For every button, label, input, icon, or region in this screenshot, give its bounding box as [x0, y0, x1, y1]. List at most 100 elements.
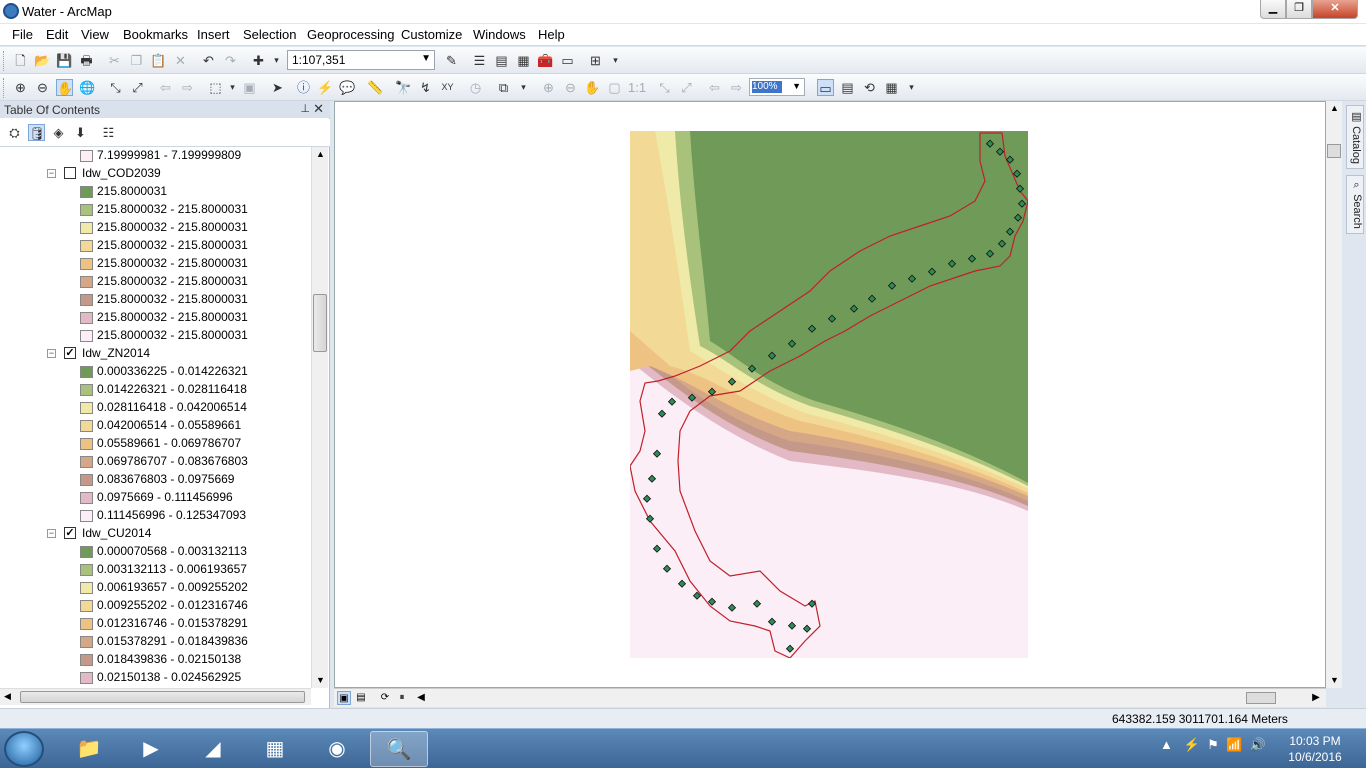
editor-toolbar-icon[interactable]: ✎: [443, 52, 460, 69]
layout-zoom-in-icon[interactable]: ⊕: [540, 79, 557, 96]
map-display[interactable]: [334, 101, 1326, 688]
menu-windows[interactable]: Windows: [473, 27, 526, 42]
find-binoculars-icon[interactable]: 🔭: [395, 79, 412, 96]
chrome-icon[interactable]: ◉: [308, 731, 366, 767]
map-scale-combobox[interactable]: 1:107,351 ▼: [287, 50, 435, 70]
data-driven-pages-icon[interactable]: ▦: [883, 79, 900, 96]
menu-geoprocessing[interactable]: Geoprocessing: [307, 27, 394, 42]
toolbar-options-icon[interactable]: ▾: [515, 79, 532, 96]
go-forward-layout-icon[interactable]: ⇨: [728, 79, 745, 96]
start-button[interactable]: [4, 731, 44, 767]
menu-view[interactable]: View: [81, 27, 109, 42]
media-player-icon[interactable]: ▶: [122, 731, 180, 767]
scroll-thumb[interactable]: [1327, 144, 1341, 158]
legend-class-row[interactable]: 0.05589661 - 0.069786707: [0, 435, 311, 453]
legend-class-row[interactable]: 0.0975669 - 0.111456996: [0, 489, 311, 507]
layer-row-idw-zn2014[interactable]: − ✓ Idw_ZN2014: [0, 345, 311, 363]
scroll-thumb[interactable]: [313, 294, 327, 352]
print-icon[interactable]: 🖶: [78, 52, 95, 69]
redo-icon[interactable]: ↷: [222, 52, 239, 69]
taskbar-clock[interactable]: 10:03 PM 10/6/2016: [1270, 733, 1360, 765]
legend-class-row[interactable]: 0.069786707 - 0.083676803: [0, 453, 311, 471]
layer-visibility-checkbox[interactable]: ✓: [64, 527, 76, 539]
layer-row-idw-cod2039[interactable]: − Idw_COD2039: [0, 165, 311, 183]
layer-row-idw-cu2014[interactable]: − ✓ Idw_CU2014: [0, 525, 311, 543]
menu-selection[interactable]: Selection: [243, 27, 296, 42]
fixed-zoom-in-layout-icon[interactable]: ⤡: [656, 79, 673, 96]
zoom-100-percent-icon[interactable]: 1:1: [628, 79, 646, 96]
identify-icon[interactable]: ⓘ: [295, 79, 312, 96]
legend-class-row[interactable]: 0.009255202 - 0.012316746: [0, 597, 311, 615]
select-features-icon[interactable]: ⬚: [207, 79, 224, 96]
toolbar-grip[interactable]: [3, 78, 7, 98]
fixed-zoom-out-layout-icon[interactable]: ⤢: [678, 79, 695, 96]
table-of-contents-icon[interactable]: ☰: [471, 52, 488, 69]
add-data-icon[interactable]: ✚: [250, 52, 267, 69]
search-window-icon[interactable]: ▦: [515, 52, 532, 69]
go-back-layout-icon[interactable]: ⇦: [706, 79, 723, 96]
layout-zoom-out-icon[interactable]: ⊖: [562, 79, 579, 96]
add-data-dropdown-icon[interactable]: ▾: [268, 52, 285, 69]
legend-class-row[interactable]: 215.8000032 - 215.8000031: [0, 309, 311, 327]
menu-help[interactable]: Help: [538, 27, 565, 42]
python-window-icon[interactable]: ▭: [559, 52, 576, 69]
arctoolbox-icon[interactable]: 🧰: [537, 52, 554, 69]
scroll-up-icon[interactable]: ▲: [316, 149, 325, 159]
open-folder-icon[interactable]: 📂: [34, 52, 51, 69]
flag-icon[interactable]: ⚑: [1207, 737, 1219, 752]
save-icon[interactable]: 💾: [56, 52, 73, 69]
close-button[interactable]: ✕: [1312, 0, 1358, 19]
catalog-window-icon[interactable]: ▤: [493, 52, 510, 69]
pin-icon[interactable]: ⊥: [300, 102, 310, 115]
zoom-out-icon[interactable]: ⊖: [34, 79, 51, 96]
list-by-source-icon[interactable]: 🛢: [28, 124, 46, 141]
maximize-button[interactable]: ❐: [1286, 0, 1312, 19]
toc-options-icon[interactable]: ☷: [100, 124, 117, 141]
collapse-icon[interactable]: −: [47, 349, 56, 358]
legend-class-row[interactable]: 215.8000032 - 215.8000031: [0, 327, 311, 345]
scroll-left-icon[interactable]: ◀: [414, 691, 428, 705]
legend-class-row[interactable]: 215.8000032 - 215.8000031: [0, 219, 311, 237]
arcgis-app-icon[interactable]: ◢: [184, 731, 242, 767]
legend-class-row[interactable]: 0.014226321 - 0.028116418: [0, 381, 311, 399]
catalog-tab[interactable]: ▤ Catalog: [1346, 105, 1364, 169]
close-icon[interactable]: ✕: [313, 101, 324, 117]
cut-icon[interactable]: ✂: [106, 52, 123, 69]
legend-class-row[interactable]: 0.111456996 - 0.125347093: [0, 507, 311, 525]
chevron-down-icon[interactable]: ▼: [421, 53, 431, 64]
scroll-thumb[interactable]: [20, 691, 305, 703]
layout-pan-icon[interactable]: ✋: [584, 79, 601, 96]
legend-class-row[interactable]: 0.003132113 - 0.006193657: [0, 561, 311, 579]
paste-icon[interactable]: 📋: [150, 52, 167, 69]
network-icon[interactable]: 📶: [1226, 737, 1242, 752]
select-dropdown-icon[interactable]: ▾: [224, 79, 241, 96]
refresh-icon[interactable]: ⟳: [378, 691, 392, 705]
map-vertical-scrollbar[interactable]: ▲ ▼: [1326, 101, 1342, 688]
change-layout-icon[interactable]: ⟲: [861, 79, 878, 96]
scroll-right-icon[interactable]: ▶: [1309, 691, 1323, 705]
clear-selection-icon[interactable]: ▣: [241, 79, 258, 96]
layout-zoom-combobox[interactable]: 100% ▼: [749, 78, 805, 96]
minimize-button[interactable]: ▁: [1260, 0, 1286, 19]
zoom-whole-page-icon[interactable]: ▢: [606, 79, 623, 96]
full-extent-globe-icon[interactable]: 🌐: [79, 79, 96, 96]
calculator-icon[interactable]: ▦: [246, 731, 304, 767]
chevron-down-icon[interactable]: ▼: [792, 81, 801, 91]
hyperlink-icon[interactable]: ⚡: [317, 79, 334, 96]
legend-class-row[interactable]: 215.8000031: [0, 183, 311, 201]
scroll-left-icon[interactable]: ◀: [4, 691, 11, 702]
scroll-down-icon[interactable]: ▼: [1330, 675, 1339, 685]
list-by-visibility-icon[interactable]: ◈: [50, 124, 67, 141]
idw-raster-map[interactable]: [630, 131, 1028, 658]
legend-class-row[interactable]: 0.000070568 - 0.003132113: [0, 543, 311, 561]
go-to-xy-icon[interactable]: XY: [439, 79, 456, 96]
zoom-in-icon[interactable]: ⊕: [12, 79, 29, 96]
legend-class-row[interactable]: 215.8000032 - 215.8000031: [0, 291, 311, 309]
menu-customize[interactable]: Customize: [401, 27, 462, 42]
legend-class-row[interactable]: 0.000336225 - 0.014226321: [0, 363, 311, 381]
legend-class-row[interactable]: 0.018439836 - 0.02150138: [0, 651, 311, 669]
layer-visibility-checkbox[interactable]: [64, 167, 76, 179]
file-explorer-icon[interactable]: 📁: [60, 731, 118, 767]
back-extent-icon[interactable]: ⇦: [157, 79, 174, 96]
legend-class-row[interactable]: 7.19999981 - 7.199999809: [0, 147, 311, 165]
